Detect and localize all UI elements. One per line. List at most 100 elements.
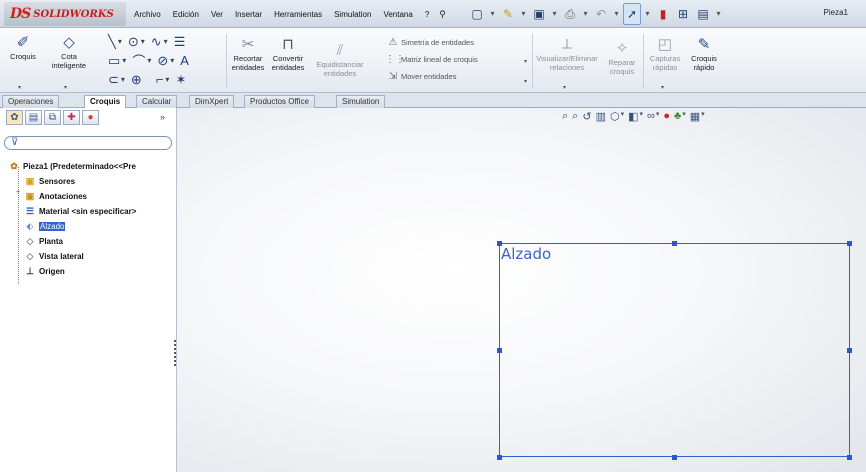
menu-archivo[interactable]: Archivo (128, 10, 167, 19)
tree-filter-input[interactable]: ⊽ (4, 136, 172, 150)
move-dropdown-icon[interactable]: ▾ (524, 78, 527, 85)
new-dropdown-icon[interactable]: ▾ (488, 4, 497, 24)
print-dropdown-icon[interactable]: ▾ (581, 4, 590, 24)
zoom-to-area-icon[interactable]: ⌕ (572, 110, 578, 123)
menu-help[interactable]: ? (419, 10, 435, 19)
tree-item-anotaciones[interactable]: ▣ Anotaciones (24, 190, 87, 202)
alzado-plane-outline[interactable] (499, 243, 850, 457)
open-dropdown-icon[interactable]: ▾ (519, 4, 528, 24)
menu-herramientas[interactable]: Herramientas (268, 10, 328, 19)
point-icon[interactable]: ✶ (175, 72, 186, 88)
arc-dropdown-icon[interactable]: ▾ (147, 56, 151, 65)
plane-handle-bottom-center[interactable] (672, 455, 677, 460)
solidworks-logo[interactable]: DS SOLIDWORKS (4, 2, 126, 26)
relations-dropdown-icon[interactable]: ▾ (563, 84, 566, 91)
croquis-dropdown-icon[interactable]: ▾ (18, 84, 21, 91)
smart-dimension-button[interactable]: ◇ Cota inteligente (46, 34, 92, 70)
quick-snaps-button[interactable]: ◰ Capturas rápidas (646, 36, 684, 72)
tab-operaciones[interactable]: Operaciones (2, 95, 60, 108)
circle-dropdown-icon[interactable]: ▾ (141, 37, 145, 46)
move-entities-button[interactable]: ⇲ Mover entidades (385, 68, 478, 85)
plane-handle-bottom-right[interactable] (847, 455, 852, 460)
tree-item-sensores[interactable]: ▣ Sensores (24, 175, 75, 187)
pattern-dropdown-icon[interactable]: ▾ (524, 58, 527, 65)
rapid-sketch-button[interactable]: ✎ Croquis rápido (688, 36, 720, 72)
plane-handle-middle-left[interactable] (497, 348, 502, 353)
tree-item-material[interactable]: ☰ Material <sin especificar> (24, 205, 136, 217)
undo-dropdown-icon[interactable]: ▾ (612, 4, 621, 24)
view-orientation-dropdown-icon[interactable]: ▾ (621, 110, 625, 123)
slot-icon[interactable]: ⊂ (108, 72, 119, 88)
text-tool-icon[interactable]: A (180, 53, 189, 68)
spline-icon[interactable]: ∿ (151, 34, 162, 50)
options-icon[interactable]: ▤ (694, 4, 712, 24)
tab-calcular[interactable]: Calcular (136, 95, 178, 108)
options-dropdown-icon[interactable]: ▾ (714, 4, 723, 24)
fillet-dropdown-icon[interactable]: ▾ (165, 75, 169, 84)
tree-item-vista-lateral[interactable]: ◇ Vista lateral (24, 250, 84, 262)
line-dropdown-icon[interactable]: ▾ (118, 37, 122, 46)
menu-insertar[interactable]: Insertar (229, 10, 268, 19)
fillet-icon[interactable]: ⌐ (156, 72, 164, 87)
repair-sketch-button[interactable]: ✧ Reparar croquis (604, 40, 640, 76)
mirror-entities-button[interactable]: ⚠ Simetría de entidades (385, 34, 478, 51)
section-view-icon[interactable]: ▥ (596, 110, 606, 123)
plane-handle-middle-right[interactable] (847, 348, 852, 353)
dimxpert-manager-tab-icon[interactable]: ✚ (63, 110, 80, 125)
feature-tree-tab-icon[interactable]: ✿ (6, 110, 23, 125)
menu-ver[interactable]: Ver (205, 10, 229, 19)
select-icon[interactable]: ➚ (623, 3, 641, 25)
slot-dropdown-icon[interactable]: ▾ (121, 75, 125, 84)
offset-entities-button[interactable]: ⫽ Equidistanciar entidades (312, 42, 368, 78)
display-style-dropdown-icon[interactable]: ▾ (640, 110, 644, 123)
view-settings-dropdown-icon[interactable]: ▾ (701, 110, 705, 123)
undo-icon[interactable]: ↶ (592, 4, 610, 24)
linear-pattern-button[interactable]: ⋮⋮ Matriz lineal de croquis (385, 51, 478, 68)
spline-dropdown-icon[interactable]: ▾ (164, 37, 168, 46)
edit-appearance-icon[interactable]: ● (663, 110, 670, 123)
print-icon[interactable]: ⎙ (561, 4, 579, 24)
scene-dropdown-icon[interactable]: ▾ (682, 110, 686, 123)
configuration-manager-tab-icon[interactable]: ⧉ (44, 110, 61, 125)
file-properties-icon[interactable]: ⊞ (674, 4, 692, 24)
expand-anotaciones-icon[interactable]: + (16, 189, 20, 196)
property-manager-tab-icon[interactable]: ▤ (25, 110, 42, 125)
tab-productos-office[interactable]: Productos Office (244, 95, 315, 108)
plane-handle-top-center[interactable] (672, 241, 677, 246)
tree-item-origen[interactable]: ⊥ Origen (24, 265, 65, 277)
tab-simulation[interactable]: Simulation (336, 95, 386, 108)
apply-scene-icon[interactable]: ♣ (674, 110, 681, 123)
zoom-to-fit-icon[interactable]: ⌕ (562, 110, 568, 123)
text-icon[interactable]: ☰ (174, 34, 186, 50)
view-orientation-icon[interactable]: ⬡ (610, 110, 620, 123)
circle-icon[interactable]: ⊙ (128, 34, 139, 50)
select-dropdown-icon[interactable]: ▾ (643, 4, 652, 24)
tree-item-alzado[interactable]: ⬖ Alzado (24, 220, 66, 232)
tab-croquis[interactable]: Croquis (84, 95, 127, 109)
previous-view-icon[interactable]: ↺ (582, 110, 591, 123)
rectangle-dropdown-icon[interactable]: ▾ (122, 56, 126, 65)
tree-root-part[interactable]: ✿ Pieza1 (Predeterminado<<Pre (8, 160, 136, 172)
view-settings-icon[interactable]: ▦ (690, 110, 700, 123)
polygon-icon[interactable]: ⊕ (131, 72, 142, 88)
menu-edicion[interactable]: Edición (167, 10, 205, 19)
menu-ventana[interactable]: Ventana (377, 10, 418, 19)
rebuild-icon[interactable]: ▮ (654, 4, 672, 24)
new-document-icon[interactable]: ▢ (468, 4, 486, 24)
dimension-dropdown-icon[interactable]: ▾ (64, 84, 67, 91)
croquis-button[interactable]: ✐ Croquis (6, 34, 40, 61)
tab-dimxpert[interactable]: DimXpert (189, 95, 235, 108)
pin-icon[interactable]: ⚲ (435, 9, 450, 20)
trim-entities-button[interactable]: ✂ Recortar entidades (230, 36, 266, 72)
hide-show-dropdown-icon[interactable]: ▾ (656, 110, 660, 123)
display-delete-relations-button[interactable]: ⟂ Visualizar/Eliminar relaciones (536, 36, 598, 72)
arc-icon[interactable]: ⌒ (132, 51, 145, 70)
open-icon[interactable]: ✎ (499, 4, 517, 24)
display-style-icon[interactable]: ◧ (628, 110, 638, 123)
line-icon[interactable]: ╲ (108, 34, 116, 50)
plane-handle-top-right[interactable] (847, 241, 852, 246)
ellipse-dropdown-icon[interactable]: ▾ (170, 56, 174, 65)
rectangle-icon[interactable]: ▭ (108, 53, 120, 69)
convert-entities-button[interactable]: ⊓ Convertir entidades (268, 36, 308, 72)
display-manager-tab-icon[interactable]: ● (82, 110, 99, 125)
